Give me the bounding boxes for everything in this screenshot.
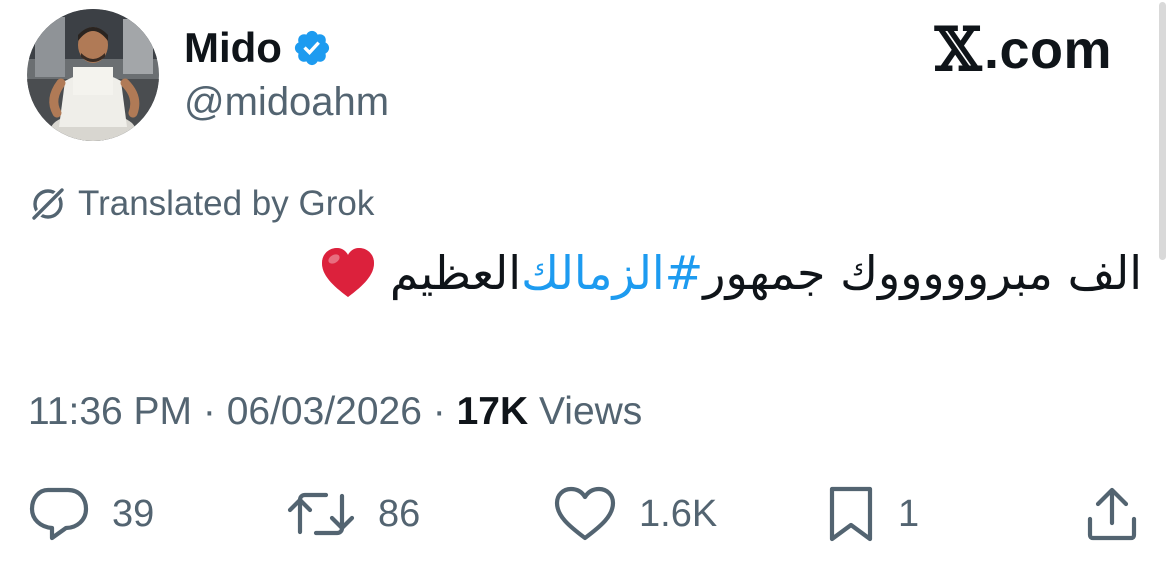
heart-outline-icon [553,486,617,542]
meta-separator: · [192,390,227,433]
author-handle[interactable]: @midoahm [184,78,389,126]
avatar[interactable] [27,9,159,141]
display-name[interactable]: Mido [184,22,282,74]
meta-separator: · [421,390,457,433]
bookmark-count: 1 [898,492,920,535]
views-count[interactable]: 17K [457,390,529,433]
x-com-logo: 𝕏 .com [935,18,1112,82]
scrollbar[interactable] [1159,2,1166,260]
like-button[interactable]: 1.6K [553,484,717,544]
repost-count: 86 [378,492,421,535]
like-count: 1.6K [639,492,718,535]
reply-icon [28,486,90,542]
translation-label: Translated by Grok [78,184,375,223]
tweet-text: الف مبروووووك جمهور #الزمالك العظيم [320,240,1142,306]
tweet-text-start: الف مبروووووك جمهور [703,246,1142,300]
tweet-date[interactable]: 06/03/2026 [227,390,422,433]
tweet-text-end: العظيم [389,246,522,300]
bookmark-button[interactable]: 1 [826,484,919,544]
x-logo-glyph: 𝕏 [934,15,982,85]
share-button[interactable] [1084,484,1140,544]
tweet-meta: 11:36 PM · 06/03/2026 · 17K Views [28,388,642,436]
author-name-row[interactable]: Mido [184,22,332,74]
reply-count: 39 [112,492,155,535]
repost-button[interactable]: 86 [286,484,420,544]
avatar-image [27,9,159,141]
repost-icon [286,488,356,540]
grok-icon [28,184,68,224]
share-icon [1084,485,1140,543]
verified-badge-icon[interactable] [292,28,332,68]
red-heart-emoji-icon [320,247,376,299]
translation-notice[interactable]: Translated by Grok [28,183,374,225]
hashtag-link[interactable]: #الزمالك [521,240,703,306]
action-bar: 39 86 1.6K 1 [0,484,1170,544]
views-label[interactable]: Views [528,390,642,433]
bookmark-icon [826,485,876,543]
brand-suffix: .com [983,20,1112,80]
reply-button[interactable]: 39 [28,484,154,544]
tweet-time[interactable]: 11:36 PM [28,390,192,433]
